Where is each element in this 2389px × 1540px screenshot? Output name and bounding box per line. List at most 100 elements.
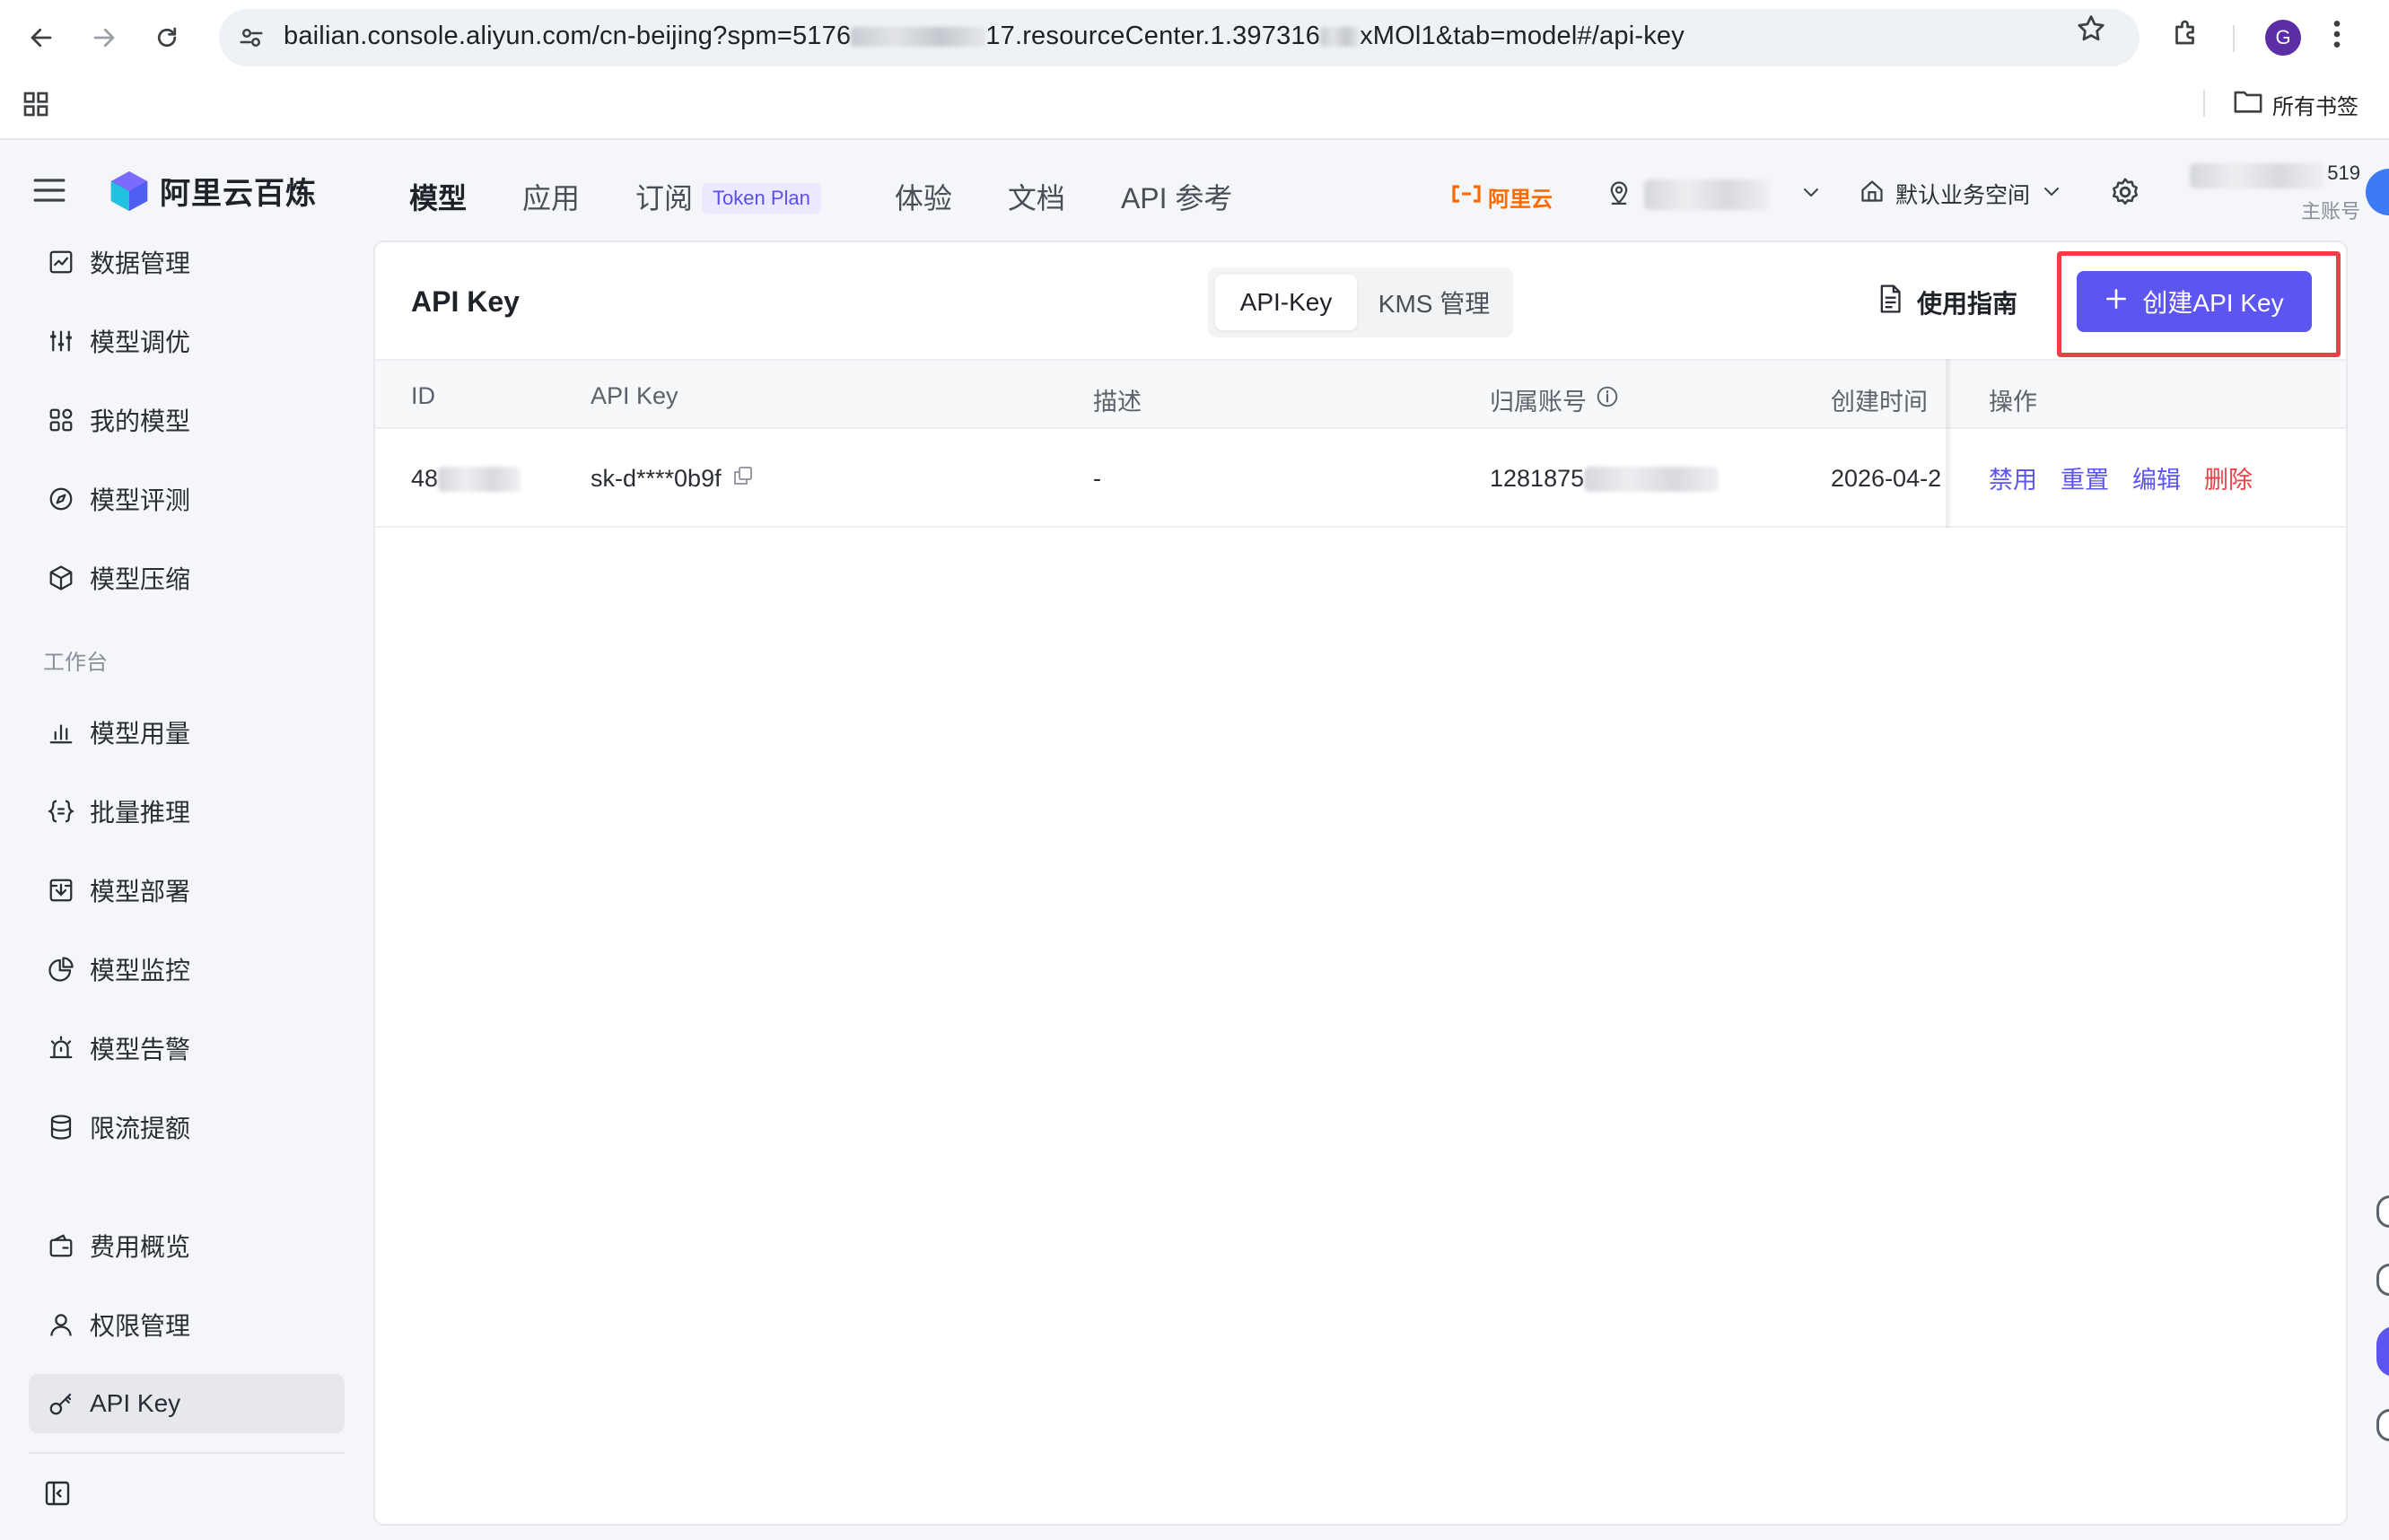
floating-tool-2[interactable] — [2376, 1264, 2389, 1296]
sidebar-item-permissions[interactable]: 权限管理 — [29, 1295, 345, 1354]
bailian-logo-icon — [110, 171, 148, 211]
bookmark-star-icon[interactable] — [2075, 13, 2107, 49]
sidebar-item-model-usage[interactable]: 模型用量 — [29, 703, 345, 762]
column-header-actions: 操作 — [1989, 389, 2037, 416]
sliders-icon — [47, 327, 75, 355]
cell-api-key-text: sk-d****0b9f — [591, 465, 722, 492]
sidebar-item-label: 限流提额 — [90, 1115, 191, 1142]
cell-id-visible: 48 — [411, 465, 439, 492]
pie-icon — [47, 955, 75, 984]
extensions-puzzle-icon[interactable] — [2170, 16, 2202, 53]
usage-guide-link[interactable]: 使用指南 — [1876, 284, 2017, 320]
sidebar-item-label: 批量推理 — [90, 799, 191, 827]
all-bookmarks-folder[interactable]: 所有书签 — [2233, 88, 2358, 121]
sidebar-item-model-compression[interactable]: 模型压缩 — [29, 548, 345, 608]
menu-hamburger-icon[interactable] — [32, 176, 66, 209]
sidebar-item-data-management[interactable]: 数据管理 — [29, 232, 345, 292]
page-title: API Key — [411, 285, 520, 318]
sidebar-item-model-alerts[interactable]: 模型告警 — [29, 1019, 345, 1078]
sidebar-item-label: 模型监控 — [90, 957, 191, 984]
sidebar-item-api-key[interactable]: API Key — [29, 1374, 345, 1433]
more-menu-icon[interactable] — [2332, 16, 2342, 57]
chart-line-icon — [47, 248, 75, 276]
key-icon — [47, 1389, 75, 1418]
reset-link[interactable]: 重置 — [2061, 460, 2109, 495]
sidebar-item-model-tuning[interactable]: 模型调优 — [29, 311, 345, 371]
sidebar-item-label: 我的模型 — [90, 407, 191, 435]
sidebar-item-my-models[interactable]: 我的模型 — [29, 390, 345, 450]
tab-kms-management[interactable]: KMS 管理 — [1362, 275, 1506, 330]
collapse-sidebar-icon[interactable] — [43, 1479, 72, 1512]
grid-icon — [47, 406, 75, 434]
bookmarks-bar: 所有书签 — [0, 75, 2389, 140]
deploy-icon — [47, 876, 75, 905]
gear-icon[interactable] — [2109, 176, 2141, 213]
floating-tool-1[interactable] — [2376, 1195, 2389, 1228]
cell-id: 48 — [411, 465, 521, 493]
create-api-key-button[interactable]: 创建API Key — [2077, 271, 2312, 332]
account-id-redacted — [2190, 163, 2324, 188]
column-header-account-label: 归属账号 — [1490, 389, 1587, 416]
column-header-api-key: API Key — [591, 382, 678, 409]
token-plan-badge: Token Plan — [702, 182, 821, 214]
view-switcher: API-Key KMS 管理 — [1208, 267, 1513, 337]
column-header-created: 创建时间 — [1831, 389, 1928, 416]
sidebar-item-model-evaluation[interactable]: 模型评测 — [29, 469, 345, 529]
nav-tab-api-reference[interactable]: API 参考 — [1121, 176, 1232, 217]
browser-toolbar: bailian.console.aliyun.com/cn-beijing?sp… — [0, 0, 2389, 75]
sidebar-item-billing-overview[interactable]: 费用概览 — [29, 1216, 345, 1275]
braces-icon — [47, 797, 75, 826]
floating-tool-4[interactable] — [2376, 1409, 2389, 1441]
nav-tab-model[interactable]: 模型 — [409, 176, 467, 217]
cell-account-redacted — [1584, 466, 1720, 492]
sidebar-item-rate-limit[interactable]: 限流提额 — [29, 1098, 345, 1157]
copy-icon[interactable] — [732, 465, 754, 493]
sidebar-item-label: API Key — [90, 1389, 181, 1417]
chevron-down-icon — [1800, 181, 1822, 207]
nav-tab-experience[interactable]: 体验 — [895, 176, 952, 217]
cell-account-visible: 1281875 — [1490, 465, 1585, 492]
forward-arrow-icon[interactable] — [83, 16, 126, 59]
aliyun-brand-link[interactable]: 阿里云 — [1450, 181, 1553, 213]
actions-column: 操作 禁用 重置 编辑 删除 — [1951, 359, 2346, 528]
disable-link[interactable]: 禁用 — [1989, 460, 2037, 495]
nav-tab-subscription[interactable]: 订阅 Token Plan — [635, 176, 821, 217]
workspace-selector[interactable]: 默认业务空间 — [1860, 178, 2062, 210]
sidebar-divider — [29, 1452, 345, 1454]
sidebar-item-label: 模型部署 — [90, 878, 191, 906]
apps-grid-icon[interactable] — [22, 90, 50, 123]
document-icon — [1876, 284, 1904, 320]
back-arrow-icon[interactable] — [20, 16, 63, 59]
region-selector[interactable] — [1606, 178, 1822, 211]
row-actions: 禁用 重置 编辑 删除 — [1951, 429, 2346, 528]
user-avatar[interactable] — [2366, 169, 2389, 215]
sidebar-item-model-deployment[interactable]: 模型部署 — [29, 861, 345, 920]
sidebar-item-batch-inference[interactable]: 批量推理 — [29, 782, 345, 841]
bailian-logo[interactable]: 阿里云百炼 — [109, 169, 317, 213]
edit-link[interactable]: 编辑 — [2132, 460, 2181, 495]
site-settings-icon[interactable] — [235, 22, 267, 54]
alarm-icon — [47, 1034, 75, 1063]
cell-api-key: sk-d****0b9f — [591, 465, 754, 493]
toolbar-divider — [2233, 25, 2235, 52]
info-circle-icon[interactable] — [1596, 385, 1619, 415]
sidebar-item-label: 模型评测 — [90, 486, 191, 514]
account-menu[interactable]: 519 主账号 — [2190, 162, 2360, 224]
cell-id-redacted — [438, 466, 521, 492]
address-bar[interactable]: bailian.console.aliyun.com/cn-beijing?sp… — [219, 9, 2140, 66]
profile-avatar[interactable]: G — [2265, 20, 2301, 56]
sidebar-item-label: 费用概览 — [90, 1233, 191, 1261]
workspace-name: 默认业务空间 — [1895, 183, 2031, 208]
api-key-panel: API Key API-Key KMS 管理 使用指南 创建API Key ID… — [373, 241, 2348, 1526]
nav-tab-docs[interactable]: 文档 — [1008, 176, 1065, 217]
top-nav-tabs: 模型 应用 订阅 Token Plan 体验 文档 API 参考 — [409, 176, 1288, 217]
tab-api-key[interactable]: API-Key — [1215, 275, 1357, 330]
delete-link[interactable]: 删除 — [2204, 460, 2253, 495]
usage-guide-label: 使用指南 — [1917, 289, 2018, 318]
reload-icon[interactable] — [145, 16, 188, 59]
nav-tab-apps[interactable]: 应用 — [522, 176, 580, 217]
floating-tool-3[interactable] — [2376, 1326, 2389, 1377]
sidebar-item-model-monitoring[interactable]: 模型监控 — [29, 940, 345, 999]
actions-header-bg: 操作 — [1951, 359, 2346, 429]
aliyun-logo-icon — [1450, 184, 1483, 210]
